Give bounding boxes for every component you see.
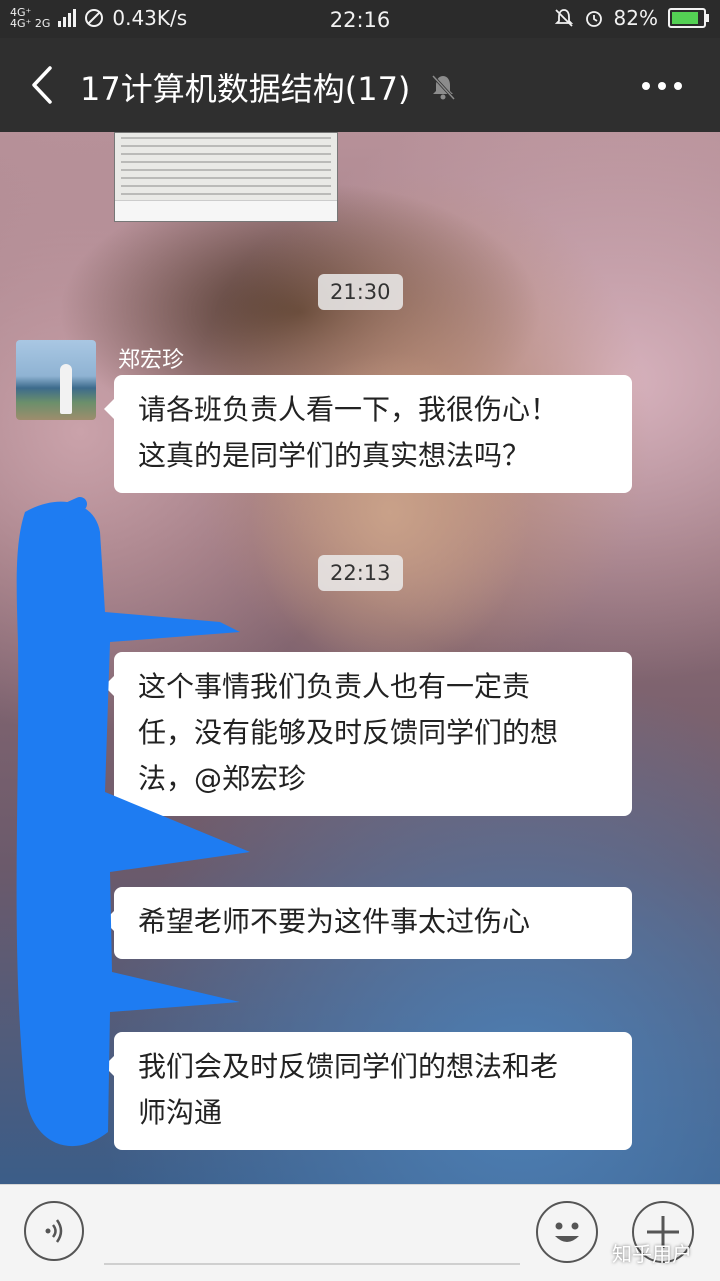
emoji-button[interactable] <box>536 1201 598 1263</box>
chat-header: 17计算机数据结构(17) <box>0 38 720 132</box>
avatar[interactable] <box>16 340 96 420</box>
alarm-icon <box>585 11 602 27</box>
message-input[interactable] <box>104 1263 520 1265</box>
timestamp: 22:13 <box>318 555 403 591</box>
more-dot <box>642 82 650 90</box>
chat-area[interactable]: 21:30 郑宏珍 请各班负责人看一下，我很伤心！ 这真的是同学们的真实想法吗？… <box>0 132 720 1184</box>
image-message[interactable] <box>114 132 338 222</box>
bell-muted-icon <box>431 74 456 101</box>
message-line: 请各班负责人看一下，我很伤心！ <box>138 393 559 426</box>
watermark: 知乎用户 <box>612 1242 692 1266</box>
back-button[interactable] <box>22 62 62 108</box>
message-bubble[interactable]: 请各班负责人看一下，我很伤心！ 这真的是同学们的真实想法吗？ <box>104 375 632 493</box>
message-line: 这真的是同学们的真实想法吗？ <box>138 439 531 472</box>
voice-button[interactable] <box>24 1201 84 1261</box>
avatar-person <box>60 364 72 414</box>
message-line: 这个事情我们负责人也有一定责 <box>138 670 531 703</box>
sender-name: 郑宏珍 <box>118 348 185 373</box>
message-bubble[interactable]: 这个事情我们负责人也有一定责 任，没有能够及时反馈同学们的想 法，@郑宏珍 <box>104 652 632 816</box>
more-dot <box>674 82 682 90</box>
status-bar: 4G⁺ 4G⁺ 2G 0.43K/s 22:16 82% <box>0 0 720 38</box>
bell-muted-status-icon <box>554 9 573 27</box>
emoji-icon <box>555 1222 579 1242</box>
more-dot <box>658 82 666 90</box>
battery-percent: 82% <box>613 6 658 30</box>
status-right: 82% <box>554 6 709 30</box>
message-line: 我们会及时反馈同学们的想法和老 <box>138 1050 559 1083</box>
image-toolbar <box>115 200 337 221</box>
image-text-lines <box>121 137 331 195</box>
message-line: 希望老师不要为这件事太过伤心 <box>138 905 531 938</box>
timestamp: 21:30 <box>318 274 403 310</box>
voice-icon <box>45 1219 63 1243</box>
message-line: 任，没有能够及时反馈同学们的想 <box>138 716 559 749</box>
battery-icon <box>668 8 709 28</box>
message-line: 法，@郑宏珍 <box>138 762 307 795</box>
more-button[interactable] <box>642 82 682 90</box>
chat-title: 17计算机数据结构(17) <box>80 70 411 108</box>
message-bubble[interactable]: 我们会及时反馈同学们的想法和老 师沟通 <box>104 1032 632 1150</box>
message-line: 师沟通 <box>138 1096 223 1129</box>
message-bubble[interactable]: 希望老师不要为这件事太过伤心 <box>104 887 632 959</box>
